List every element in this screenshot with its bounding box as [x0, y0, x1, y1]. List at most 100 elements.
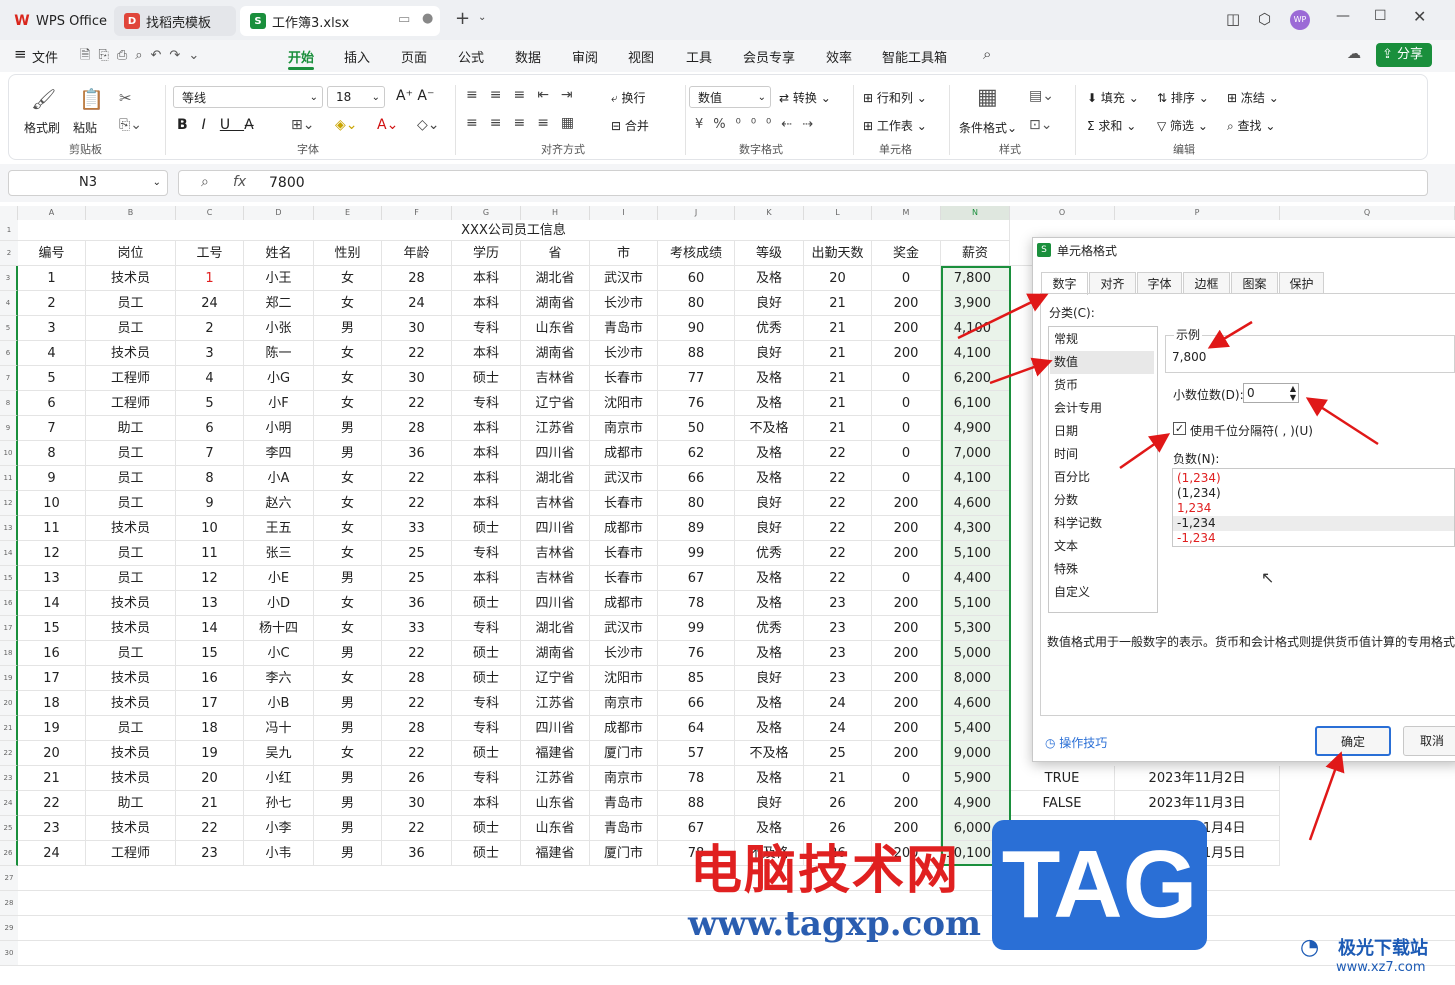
- category-item[interactable]: 文本: [1050, 535, 1154, 558]
- table-cell[interactable]: 28: [382, 266, 452, 291]
- column-header[interactable]: G: [452, 206, 521, 220]
- menu-item-0[interactable]: 开始: [288, 47, 314, 66]
- table-cell[interactable]: 25: [382, 566, 452, 591]
- table-cell[interactable]: 26: [382, 766, 452, 791]
- table-cell[interactable]: 36: [382, 441, 452, 466]
- table-cell[interactable]: 200: [872, 641, 941, 666]
- table-cell[interactable]: 良好: [735, 791, 804, 816]
- table-cell[interactable]: 专科: [452, 316, 521, 341]
- table-cell[interactable]: 技术员: [86, 616, 176, 641]
- fx-icon[interactable]: fx: [233, 174, 246, 190]
- table-cell[interactable]: 22: [804, 566, 872, 591]
- table-cell[interactable]: 山东省: [521, 816, 590, 841]
- table-cell[interactable]: 技术员: [86, 766, 176, 791]
- table-cell[interactable]: 长沙市: [590, 341, 658, 366]
- table-cell[interactable]: 成都市: [590, 516, 658, 541]
- table-cell[interactable]: 沈阳市: [590, 391, 658, 416]
- table-cell[interactable]: 17: [176, 691, 244, 716]
- row-header[interactable]: 22: [0, 741, 18, 766]
- table-cell[interactable]: 78: [658, 591, 735, 616]
- table-cell[interactable]: 员工: [86, 566, 176, 591]
- category-item[interactable]: 常规: [1050, 328, 1154, 351]
- table-cell[interactable]: 78: [658, 766, 735, 791]
- table-cell[interactable]: 长春市: [590, 491, 658, 516]
- table-cell[interactable]: 12: [176, 566, 244, 591]
- table-cell[interactable]: 李四: [244, 441, 314, 466]
- table-cell[interactable]: 良好: [735, 666, 804, 691]
- table-cell[interactable]: 女: [314, 741, 382, 766]
- table-cell[interactable]: 0: [872, 416, 941, 441]
- table-cell[interactable]: 6: [18, 391, 86, 416]
- row-header[interactable]: 12: [0, 491, 18, 516]
- table-cell[interactable]: 长春市: [590, 366, 658, 391]
- column-title[interactable]: 出勤天数: [804, 241, 872, 266]
- table-cell[interactable]: 24: [382, 291, 452, 316]
- row-header[interactable]: 6: [0, 341, 18, 366]
- table-cell[interactable]: 23: [804, 616, 872, 641]
- row-header[interactable]: 2: [0, 241, 18, 266]
- row-header[interactable]: 8: [0, 391, 18, 416]
- table-cell[interactable]: 16: [176, 666, 244, 691]
- conditional-format-button[interactable]: 条件格式⌄: [959, 119, 1017, 136]
- table-cell[interactable]: 18: [176, 716, 244, 741]
- table-cell[interactable]: 员工: [86, 441, 176, 466]
- table-cell[interactable]: 及格: [735, 641, 804, 666]
- table-cell[interactable]: 本科: [452, 291, 521, 316]
- table-cell[interactable]: 88: [658, 341, 735, 366]
- tab-2[interactable]: 字体: [1137, 272, 1182, 294]
- row-header[interactable]: 18: [0, 641, 18, 666]
- table-cell[interactable]: 9: [18, 466, 86, 491]
- table-cell[interactable]: 7: [176, 441, 244, 466]
- table-cell[interactable]: 吉林省: [521, 566, 590, 591]
- table-cell[interactable]: 24: [804, 716, 872, 741]
- row-header[interactable]: 23: [0, 766, 18, 791]
- table-cell[interactable]: 80: [658, 491, 735, 516]
- table-cell[interactable]: 技术员: [86, 341, 176, 366]
- table-cell[interactable]: 200: [872, 316, 941, 341]
- table-cell[interactable]: 23: [804, 666, 872, 691]
- table-cell[interactable]: 21: [804, 416, 872, 441]
- category-item[interactable]: 分数: [1050, 489, 1154, 512]
- table-cell[interactable]: 武汉市: [590, 616, 658, 641]
- table-cell[interactable]: 陈一: [244, 341, 314, 366]
- table-cell[interactable]: 技术员: [86, 591, 176, 616]
- table-cell[interactable]: 吉林省: [521, 491, 590, 516]
- hamburger-icon[interactable]: ≡: [14, 45, 27, 63]
- table-cell[interactable]: 33: [382, 616, 452, 641]
- table-cell[interactable]: 员工: [86, 466, 176, 491]
- table-cell[interactable]: 山东省: [521, 791, 590, 816]
- table-cell[interactable]: 22: [382, 741, 452, 766]
- column-header[interactable]: O: [1010, 206, 1115, 220]
- ok-button[interactable]: 确定: [1315, 726, 1391, 756]
- table-cell[interactable]: 22: [804, 541, 872, 566]
- table-cell[interactable]: 22: [382, 641, 452, 666]
- table-cell[interactable]: 孙七: [244, 791, 314, 816]
- maximize-icon[interactable]: ☐: [1374, 8, 1387, 24]
- table-cell[interactable]: 及格: [735, 466, 804, 491]
- table-cell[interactable]: 30: [382, 791, 452, 816]
- table-cell[interactable]: 0: [872, 366, 941, 391]
- table-cell[interactable]: 小B: [244, 691, 314, 716]
- table-cell[interactable]: 成都市: [590, 716, 658, 741]
- table-cell[interactable]: 厦门市: [590, 841, 658, 866]
- table-cell[interactable]: 技术员: [86, 691, 176, 716]
- table-cell[interactable]: 本科: [452, 466, 521, 491]
- column-title[interactable]: 省: [521, 241, 590, 266]
- find-button[interactable]: ⌕ 查找 ⌄: [1227, 117, 1275, 134]
- table-cell[interactable]: 21: [804, 366, 872, 391]
- table-cell[interactable]: 武汉市: [590, 466, 658, 491]
- table-cell[interactable]: 小C: [244, 641, 314, 666]
- table-cell[interactable]: 24: [804, 691, 872, 716]
- freeze-button[interactable]: ⊞ 冻结 ⌄: [1227, 89, 1279, 106]
- table-cell[interactable]: 200: [872, 616, 941, 641]
- row-header[interactable]: 24: [0, 791, 18, 816]
- table-cell[interactable]: 女: [314, 291, 382, 316]
- table-cell[interactable]: 36: [382, 591, 452, 616]
- table-cell[interactable]: 及格: [735, 766, 804, 791]
- thousands-checkbox[interactable]: ✓: [1173, 422, 1186, 435]
- category-item[interactable]: 时间: [1050, 443, 1154, 466]
- menu-item-9[interactable]: 效率: [826, 47, 852, 66]
- column-title[interactable]: 奖金: [872, 241, 941, 266]
- table-cell[interactable]: 女: [314, 591, 382, 616]
- horizontal-align-icons[interactable]: ≡≡≡≡▦: [466, 115, 586, 131]
